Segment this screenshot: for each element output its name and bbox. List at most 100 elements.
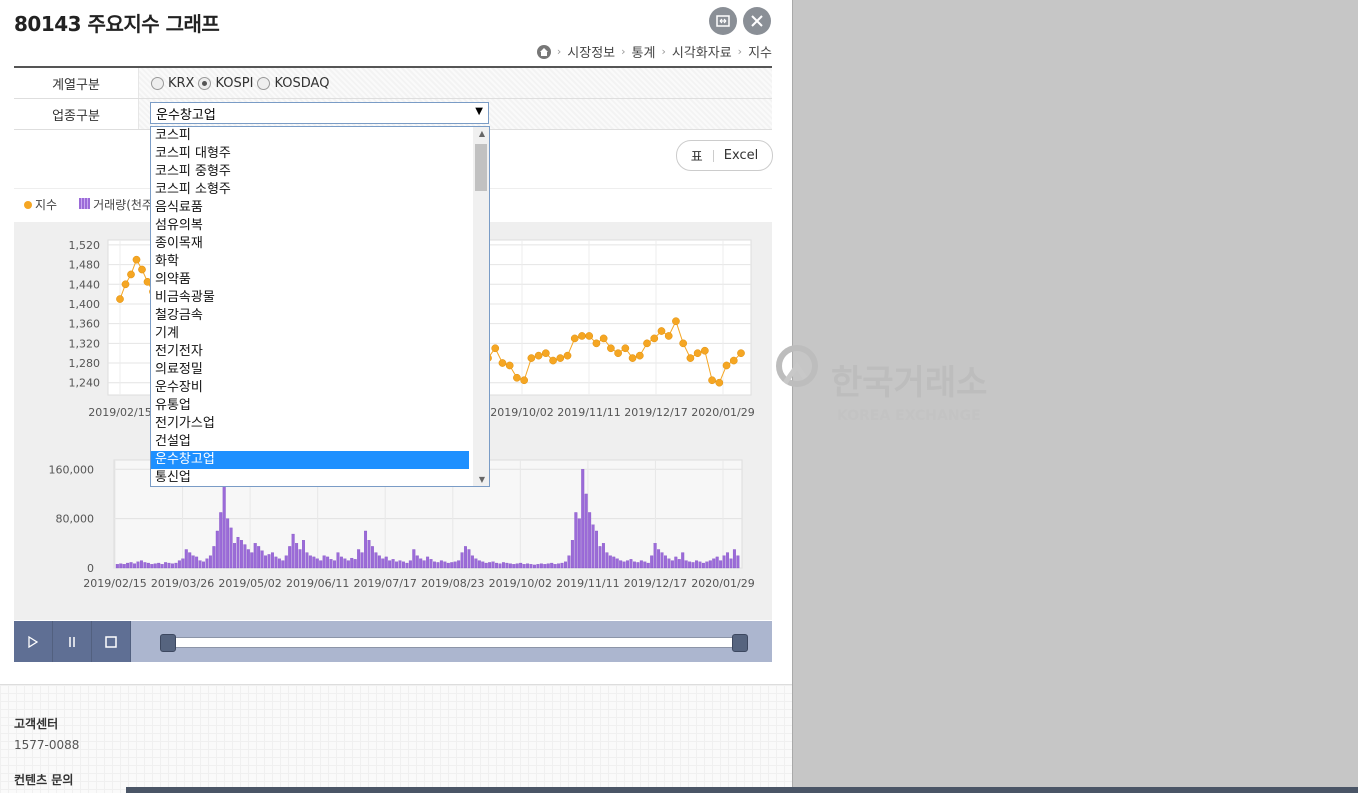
dropdown-option[interactable]: 통신업: [151, 469, 469, 486]
chevron-right-icon: ›: [621, 45, 626, 58]
volume-bar: [664, 555, 667, 569]
expand-button[interactable]: [709, 7, 737, 35]
breadcrumb-item-visual[interactable]: 시각화자료: [672, 42, 732, 61]
dropdown-option[interactable]: 전기가스업: [151, 415, 469, 433]
dropdown-option[interactable]: 운수장비: [151, 379, 469, 397]
radio-kosdaq[interactable]: KOSDAQ: [257, 76, 329, 91]
line-x-tick-label: 2019/11/11: [557, 406, 620, 419]
volume-bar: [474, 558, 478, 569]
sector-select[interactable]: 운수창고업 ▼: [150, 102, 489, 124]
volume-bar: [243, 544, 247, 569]
dropdown-option[interactable]: 의료정밀: [151, 361, 469, 379]
legend-volume[interactable]: 거래량(천주): [79, 196, 158, 213]
volume-bar: [422, 560, 426, 569]
volume-bar: [460, 552, 464, 569]
scroll-up-icon[interactable]: ▲: [479, 129, 485, 138]
dropdown-option[interactable]: 철강금속: [151, 307, 469, 325]
close-button[interactable]: [743, 7, 771, 35]
dropdown-option[interactable]: 의약품: [151, 271, 469, 289]
series-radio-group: KRX KOSPI KOSDAQ: [139, 68, 772, 98]
volume-bar: [591, 524, 595, 569]
home-icon[interactable]: [536, 44, 551, 59]
volume-bar: [529, 564, 533, 569]
breadcrumb-item-index[interactable]: 지수: [748, 42, 772, 61]
volume-bar: [126, 562, 130, 569]
volume-bar: [695, 560, 698, 569]
dropdown-option[interactable]: 비금속광물: [151, 289, 469, 307]
range-slider-end-handle[interactable]: [732, 634, 748, 652]
volume-bar: [453, 561, 457, 569]
dropdown-option[interactable]: 유통업: [151, 397, 469, 415]
dropdown-option[interactable]: 운수창고업: [151, 451, 469, 469]
chevron-right-icon: ›: [737, 45, 743, 58]
dropdown-option[interactable]: 코스피: [151, 127, 469, 145]
dropdown-option[interactable]: 섬유의복: [151, 217, 469, 235]
range-slider-start-handle[interactable]: [160, 634, 176, 652]
volume-bar: [202, 561, 205, 569]
play-icon: [28, 635, 38, 648]
volume-bar: [388, 560, 392, 569]
dropdown-option[interactable]: 코스피 중형주: [151, 163, 469, 181]
dropdown-option[interactable]: 화학: [151, 253, 469, 271]
line-x-tick-label: 2019/12/17: [624, 406, 687, 419]
radio-krx[interactable]: KRX: [151, 76, 194, 91]
excel-button[interactable]: Excel: [724, 148, 758, 163]
volume-bar: [298, 549, 302, 569]
volume-bar: [281, 560, 285, 569]
scroll-down-icon[interactable]: ▼: [479, 475, 485, 484]
volume-bar: [343, 558, 347, 569]
dropdown-option[interactable]: 음식료품: [151, 199, 469, 217]
table-button[interactable]: 표: [691, 146, 703, 165]
volume-bar: [239, 540, 243, 569]
index-point: [563, 351, 572, 360]
dropdown-option[interactable]: 종이목재: [151, 235, 469, 253]
volume-bar: [401, 561, 405, 569]
scrollbar[interactable]: ▲ ▼: [473, 127, 489, 486]
volume-bar: [353, 559, 357, 569]
bar-x-tick-label: 2019/07/17: [354, 577, 417, 590]
breadcrumb-item-stats[interactable]: 통계: [632, 42, 656, 61]
stop-button[interactable]: [92, 621, 131, 662]
dropdown-option[interactable]: 코스피 소형주: [151, 181, 469, 199]
table-excel-button-group: 표 Excel: [676, 140, 773, 171]
line-x-tick-label: 2019/02/15: [88, 406, 151, 419]
volume-bar: [319, 560, 323, 569]
line-y-tick-label: 1,240: [69, 377, 101, 390]
index-point: [585, 332, 594, 340]
volume-bar: [450, 562, 454, 569]
radio-kospi[interactable]: KOSPI: [198, 76, 253, 91]
play-button[interactable]: [14, 621, 53, 662]
index-point: [621, 344, 630, 353]
volume-bar: [574, 512, 578, 569]
scrollbar-thumb[interactable]: [475, 144, 487, 191]
range-slider-track[interactable]: [160, 634, 748, 652]
pause-button[interactable]: [53, 621, 92, 662]
volume-bar: [539, 563, 543, 569]
volume-bar: [150, 564, 154, 569]
volume-bar: [374, 552, 378, 569]
bottom-strip: [126, 787, 1358, 793]
breadcrumb-item-market[interactable]: 시장정보: [567, 42, 615, 61]
index-point: [116, 295, 124, 303]
volume-bar: [250, 552, 254, 569]
volume-bar: [515, 563, 519, 569]
dropdown-option[interactable]: 전기전자: [151, 343, 469, 361]
bar-x-tick-label: 2019/11/11: [556, 577, 619, 590]
volume-bar: [570, 540, 574, 569]
volume-bar: [222, 481, 226, 569]
dropdown-option[interactable]: 기계: [151, 325, 469, 343]
bar-x-tick-label: 2019/12/17: [624, 577, 687, 590]
dropdown-option[interactable]: 코스피 대형주: [151, 145, 469, 163]
expand-icon: [716, 15, 730, 27]
volume-bar: [381, 558, 385, 569]
index-point: [628, 354, 637, 362]
dropdown-option[interactable]: 건설업: [151, 433, 469, 451]
radio-icon: [151, 76, 164, 90]
legend-index[interactable]: 지수: [24, 196, 57, 213]
volume-bar: [650, 555, 654, 569]
volume-bar: [364, 530, 368, 569]
legend-bar-icon: [79, 198, 91, 209]
volume-bar: [698, 561, 702, 569]
volume-bar: [681, 552, 685, 569]
index-point: [592, 339, 601, 348]
